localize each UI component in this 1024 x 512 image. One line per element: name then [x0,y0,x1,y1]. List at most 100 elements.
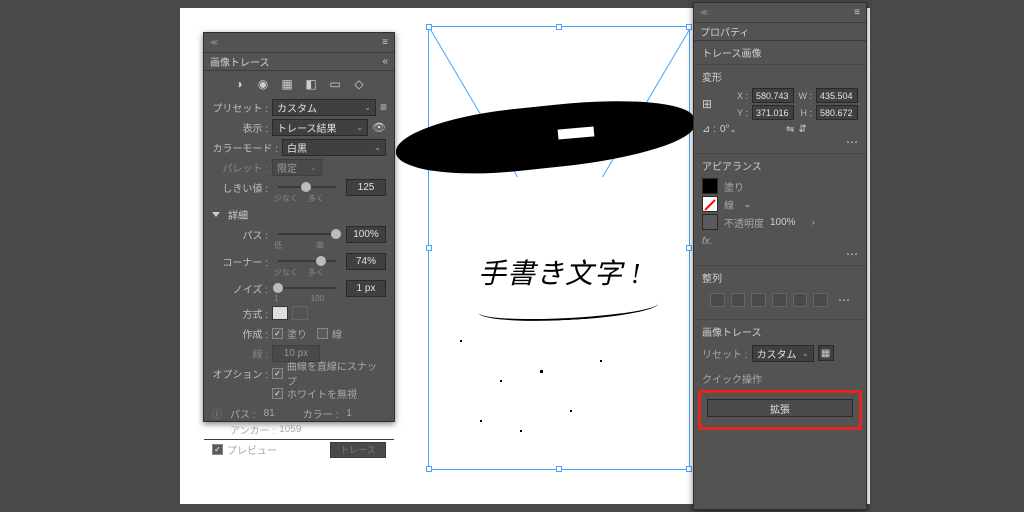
fill-swatch[interactable] [702,178,718,194]
fill-checkbox[interactable] [272,328,283,339]
prop-panel-header[interactable]: ≪ ≡ [694,3,866,23]
threshold-slider[interactable] [278,186,336,188]
fill-label: 塗り [724,179,744,194]
trace-preset-icons[interactable]: ◑ ◉ ▦ ◧ ▭ ◇ [204,71,394,97]
display-label: 表示 : [212,120,268,135]
corner-min: 少なく [274,267,298,278]
paths-min: 低 [274,240,282,251]
more-options-icon[interactable]: ⋯ [702,135,858,149]
expand-highlight: 拡張 [698,390,862,430]
appearance-header: アピアランス [702,158,858,177]
noise-slider[interactable] [278,287,336,289]
preview-checkbox[interactable] [212,444,223,455]
preset-label: プリセット : [212,100,268,115]
info-icon: ⓘ [212,406,222,421]
stroke-width-value: 10 px [272,345,320,362]
noise-max: 100 [311,294,324,303]
palette-label: パレット : [212,160,268,175]
trace-button: トレース [330,442,386,458]
align-hcenter-icon[interactable] [731,293,746,307]
auto-color-icon: ◑ [232,77,246,91]
h-label: H : [798,108,812,118]
properties-panel: ≪ ≡ プロパティ トレース画像 変形 ⊞ X : 580.743 W : 43… [693,2,867,510]
fx-label[interactable]: fx. [702,236,713,247]
colors-info-label: カラー : [303,406,339,421]
reference-point-icon[interactable]: ⊞ [702,97,716,111]
preview-label: プレビュー [227,442,277,457]
opacity-swatch[interactable] [702,214,718,230]
stroke-label: 線 [724,197,734,212]
shades-icon: ▦ [280,77,294,91]
align-more-icon[interactable]: ⋯ [838,293,850,307]
align-top-icon[interactable] [772,293,787,307]
collapse-icon[interactable]: « [382,56,388,67]
detail-disclosure[interactable]: 詳細 [204,204,394,224]
corner-value[interactable]: 74% [346,253,386,270]
h-value[interactable]: 580.672 [816,105,858,120]
x-value[interactable]: 580.743 [752,88,794,103]
color-mode-dropdown[interactable]: 白黒⌄ [282,139,386,156]
prop-title: プロパティ [700,24,749,39]
quick-actions-header: クイック操作 [694,371,866,388]
align-bottom-icon[interactable] [813,293,828,307]
sketch-icon: ◇ [352,77,366,91]
opacity-chevron-icon[interactable]: › [812,218,815,227]
paths-value[interactable]: 100% [346,226,386,243]
method-abutting-icon[interactable] [272,306,288,320]
image-trace-panel: ≪ ≡ 画像トレース « ◑ ◉ ▦ ◧ ▭ ◇ プリセット : カスタム⌄ ≡… [203,32,395,422]
flip-v-icon[interactable]: ⇵ [798,124,806,135]
stroke-weight[interactable]: ⌄ [744,199,780,210]
stroke-checkbox[interactable] [317,328,328,339]
expand-button[interactable]: 拡張 [707,399,853,417]
align-vcenter-icon[interactable] [793,293,808,307]
paths-slider[interactable] [278,233,336,235]
color-mode-label: カラーモード : [212,140,278,155]
display-dropdown[interactable]: トレース結果⌄ [272,119,368,136]
ignore-white-label: ホワイトを無視 [287,386,357,401]
paths-info-value: 81 [264,408,275,419]
preset-menu-icon[interactable]: ≡ [380,100,386,114]
make-label: 作成 : [212,326,268,341]
snap-checkbox[interactable] [272,368,283,379]
prop-subtitle: トレース画像 [694,41,866,64]
align-right-icon[interactable] [751,293,766,307]
opacity-label: 不透明度 [724,215,764,230]
trace-panel-header[interactable]: ≪ ≡ [204,33,394,53]
angle-value[interactable]: 0°⌄ [720,124,762,135]
fill-label: 塗り [287,326,307,341]
preset-dropdown[interactable]: カスタム⌄ [272,99,376,116]
transform-header: 変形 [702,69,858,88]
angle-label: ⊿ : [702,124,716,135]
colors-info-value: 1 [346,408,352,419]
anchors-label: アンカー : [230,422,275,437]
flip-h-icon[interactable]: ⇋ [786,124,794,135]
threshold-value[interactable]: 125 [346,179,386,196]
stroke-width-label: 線 : [212,346,268,361]
align-header: 整列 [702,270,858,289]
x-label: X : [720,91,748,101]
corner-slider[interactable] [278,260,336,262]
paths-label: パス : [212,227,268,242]
camera-icon: ◉ [256,77,270,91]
noise-value[interactable]: 1 px [346,280,386,297]
open-trace-panel-icon[interactable]: ▦ [818,345,834,361]
prop-preset-dropdown[interactable]: カスタム⌄ [752,345,814,362]
w-value[interactable]: 435.504 [816,88,858,103]
ignore-white-checkbox[interactable] [272,388,283,399]
stroke-swatch[interactable] [702,196,718,212]
y-value[interactable]: 371.016 [752,105,794,120]
align-left-icon[interactable] [710,293,725,307]
thresh-max: 多く [308,193,324,204]
y-label: Y : [720,108,748,118]
detail-header: 詳細 [228,207,248,222]
opacity-value[interactable]: 100% [770,217,806,228]
options-label: オプション : [212,366,268,381]
appearance-more-icon[interactable]: ⋯ [702,247,858,261]
corner-label: コーナー : [212,254,268,269]
prop-trace-header: 画像トレース [702,324,858,343]
paths-info-label: パス : [230,406,256,421]
bw-icon: ◧ [304,77,318,91]
eye-icon[interactable]: 👁 [372,121,386,134]
prop-preset-label: リセット : [702,346,748,361]
method-overlap-icon[interactable] [292,306,308,320]
